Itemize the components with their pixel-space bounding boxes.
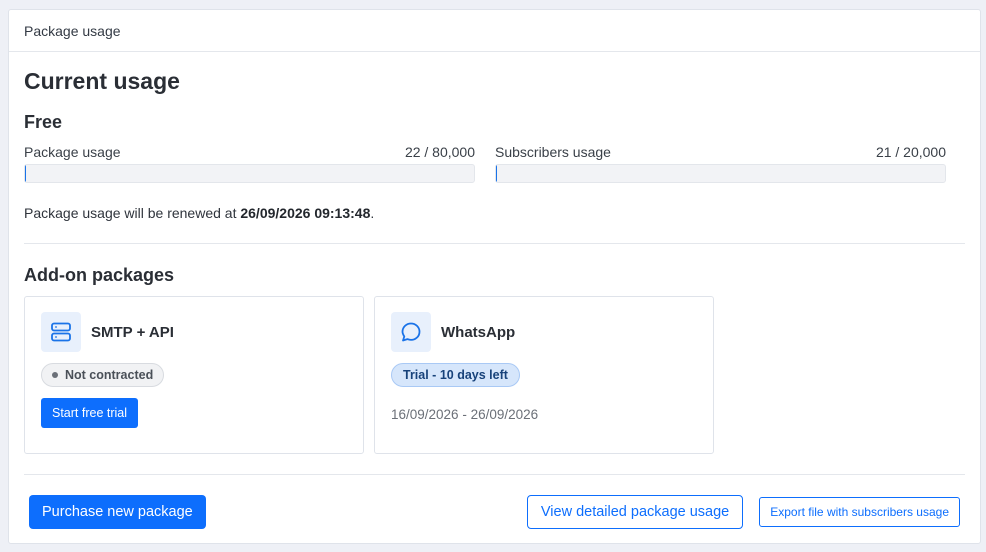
status-dot-icon [52,372,58,378]
package-usage-label: Package usage [24,144,121,160]
usage-row: Package usage 22 / 80,000 Subscribers us… [24,144,965,183]
package-usage-meter: Package usage 22 / 80,000 [24,144,475,183]
subscribers-usage-bar-fill [496,165,497,182]
addons-title: Add-on packages [24,265,175,285]
subscribers-usage-value: 21 / 20,000 [875,144,946,160]
package-usage-value: 22 / 80,000 [404,144,475,160]
chat-bubble-icon [391,312,431,352]
start-free-trial-button[interactable]: Start free trial [41,398,139,428]
export-subscribers-usage-button[interactable]: Export file with subscribers usage [759,497,960,527]
package-usage-bar [24,164,475,183]
package-usage-card: Package usage Current usage Free Package… [8,9,981,544]
renewal-suffix: . [370,205,375,221]
subscribers-usage-label: Subscribers usage [495,144,611,160]
card-body: Current usage Free Package usage 22 / 80… [9,68,980,529]
addon-card-smtp-api: SMTP + API Not contracted Start free tri… [24,296,364,454]
renewal-prefix: Package usage will be renewed at [24,205,241,221]
page-title: Current usage [24,68,180,94]
card-header: Package usage [9,10,980,52]
view-detailed-usage-button[interactable]: View detailed package usage [526,495,744,529]
divider [24,474,965,475]
addon-list: SMTP + API Not contracted Start free tri… [24,296,965,454]
addon-name: WhatsApp [441,323,516,341]
status-badge-label: Not contracted [65,368,154,382]
renewal-date: 26/09/2026 09:13:48 [240,205,371,221]
trial-status-badge: Trial - 10 days left [391,363,520,387]
subscribers-usage-meter: Subscribers usage 21 / 20,000 [495,144,946,183]
trial-date-range: 16/09/2026 - 26/09/2026 [391,407,539,422]
addon-name: SMTP + API [91,323,174,341]
package-usage-bar-fill [25,165,26,182]
addon-card-whatsapp: WhatsApp Trial - 10 days left 16/09/2026… [374,296,714,454]
server-icon [41,312,81,352]
status-badge: Not contracted [41,363,165,387]
plan-name: Free [24,112,63,132]
divider [24,243,965,244]
subscribers-usage-bar [495,164,946,183]
footer-actions: Purchase new package View detailed packa… [24,495,965,529]
renewal-note: Package usage will be renewed at 26/09/2… [24,205,965,221]
card-header-title: Package usage [24,23,121,39]
purchase-new-package-button[interactable]: Purchase new package [29,495,206,529]
